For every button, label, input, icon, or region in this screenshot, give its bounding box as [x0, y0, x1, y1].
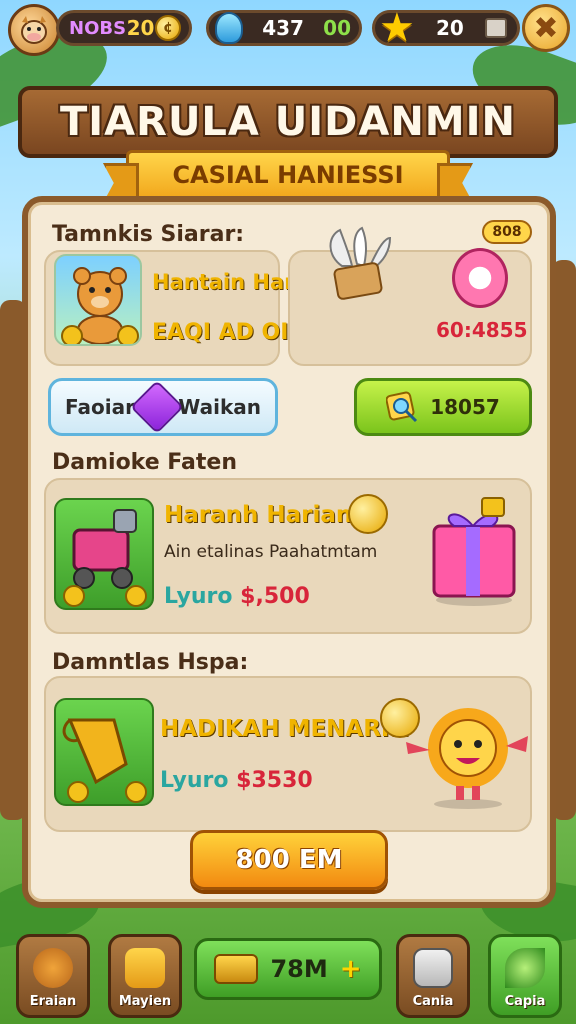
stars-value: 20 — [436, 16, 464, 40]
cart-icon — [63, 509, 147, 607]
nav-label: Capia — [504, 994, 546, 1009]
offer1-price: Lyuro $,500 — [164, 584, 310, 609]
gems-extra: 00 — [323, 16, 351, 40]
trophy-icon — [62, 718, 147, 803]
nav-item-map[interactable]: Mayien — [108, 934, 182, 1018]
claim-button[interactable]: 18057 — [354, 378, 532, 436]
nav-item-home[interactable]: Eraian — [16, 934, 90, 1018]
level-label: NOBS — [69, 17, 127, 39]
gem-icon — [215, 12, 243, 44]
gift-icon — [129, 380, 184, 434]
gift-toggle-button[interactable]: Faoiar Waikan — [48, 378, 278, 436]
top-bar: NOBS 20 ¢ 437 00 ★ 20 ✖ — [0, 0, 576, 62]
coin-icon: ¢ — [155, 15, 181, 41]
buy-button[interactable]: 800 EM — [190, 830, 388, 890]
nav-center-value: 78M — [270, 955, 328, 983]
offer1-desc: Ain etalinas Paahatmtam — [164, 542, 378, 562]
offer2-price-label: Lyuro — [160, 768, 229, 793]
cow-icon — [21, 16, 47, 44]
bear-thumbnail — [54, 254, 142, 346]
star-coin-icon — [348, 494, 388, 534]
level-value: 20 — [126, 16, 155, 40]
card2-value: 60:4855 — [436, 318, 528, 342]
section-heading-1: Tamnkis Siarar: — [52, 222, 245, 247]
close-icon: ✖ — [533, 10, 559, 46]
treasure-icon — [484, 18, 507, 38]
page-title: TIARULA UIDANMIN — [60, 99, 516, 145]
gift-left-label: Faoiar — [65, 395, 135, 419]
offer2-title: HADIKAH MENARIK — [160, 716, 408, 742]
plus-icon: + — [339, 954, 362, 984]
offer2-price: Lyuro $3530 — [160, 768, 313, 793]
treasure-chest-icon — [214, 954, 259, 984]
star-icon: ★ — [379, 5, 415, 51]
sun-mascot-icon — [406, 708, 528, 809]
trophy-nav-icon — [125, 948, 165, 988]
gift-box-icon — [432, 497, 516, 606]
section-heading-3: Damntlas Hspa: — [52, 650, 249, 675]
claim-value: 18057 — [430, 395, 500, 419]
player-avatar[interactable] — [8, 4, 60, 56]
page-subtitle: CASIAL HANIESSI — [172, 161, 404, 189]
donut-icon — [452, 248, 508, 308]
gems-value: 437 — [262, 16, 304, 40]
close-button[interactable]: ✖ — [522, 4, 570, 52]
bear-icon — [61, 267, 139, 344]
nav-label: Mayien — [118, 994, 172, 1009]
nav-label: Cania — [412, 994, 454, 1009]
gift-right-label: Waikan — [178, 395, 261, 419]
magnifier-icon — [386, 391, 418, 423]
section-heading-2: Damioke Faten — [52, 450, 237, 475]
trophy-thumbnail — [54, 698, 154, 806]
wings-icon — [329, 226, 392, 300]
leaf-icon — [505, 948, 545, 988]
offer1-price-value: $,500 — [240, 584, 310, 609]
nav-item-profile[interactable]: Capia — [488, 934, 562, 1018]
offer1-price-label: Lyuro — [164, 584, 233, 609]
buy-button-label: 800 EM — [235, 845, 343, 875]
offer2-price-value: $3530 — [236, 768, 313, 793]
nav-item-shop[interactable]: Cania — [396, 934, 470, 1018]
gems-pill: 437 00 — [206, 10, 362, 46]
level-pill: NOBS 20 ¢ — [56, 10, 192, 46]
box-icon — [413, 948, 453, 988]
nav-label: Eraian — [29, 994, 77, 1009]
subtitle-ribbon: CASIAL HANIESSI — [126, 150, 450, 200]
stars-pill: ★ 20 — [372, 5, 520, 51]
badge-value: 808 — [492, 224, 522, 240]
cart-thumbnail — [54, 498, 154, 610]
lion-icon — [33, 948, 73, 988]
badge-pill: 808 — [482, 220, 532, 244]
offer1-title: Haranh Harian — [164, 502, 353, 528]
nav-center-button[interactable]: 78M + — [194, 938, 382, 1000]
title-board: TIARULA UIDANMIN — [18, 86, 558, 158]
